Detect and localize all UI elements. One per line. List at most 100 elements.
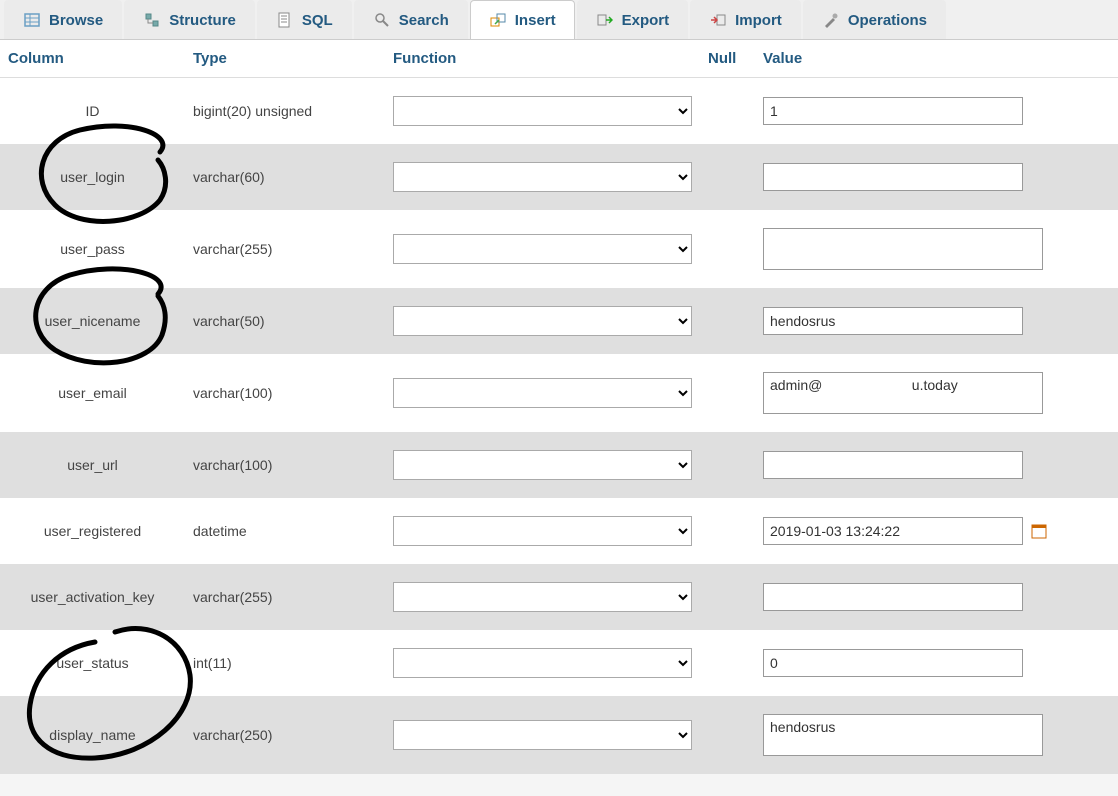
sql-icon: [276, 11, 294, 29]
tab-label: Insert: [515, 12, 556, 29]
function-select[interactable]: [393, 720, 692, 750]
null-cell: [700, 498, 755, 564]
tab-label: Structure: [169, 12, 236, 29]
browse-icon: [23, 11, 41, 29]
header-null: Null: [700, 40, 755, 78]
function-select[interactable]: [393, 306, 692, 336]
value-input[interactable]: [763, 583, 1023, 611]
tab-export[interactable]: Export: [577, 0, 689, 39]
tab-search[interactable]: Search: [354, 0, 468, 39]
header-function: Function: [385, 40, 700, 78]
tabs-bar: Browse Structure SQL Search Insert Expor…: [0, 0, 1118, 40]
column-name: user_login: [0, 144, 185, 210]
tab-browse[interactable]: Browse: [4, 0, 122, 39]
function-select[interactable]: [393, 96, 692, 126]
column-name: user_pass: [0, 210, 185, 288]
value-cell: [755, 630, 1118, 696]
null-cell: [700, 354, 755, 432]
calendar-icon[interactable]: [1031, 523, 1047, 539]
function-select[interactable]: [393, 234, 692, 264]
tab-label: Import: [735, 12, 782, 29]
column-name: display_name: [0, 696, 185, 774]
column-type: varchar(100): [185, 354, 385, 432]
column-type: varchar(255): [185, 210, 385, 288]
function-cell: [385, 564, 700, 630]
function-cell: [385, 288, 700, 354]
tab-label: SQL: [302, 12, 333, 29]
null-cell: [700, 210, 755, 288]
function-cell: [385, 498, 700, 564]
value-textarea[interactable]: [763, 714, 1043, 756]
value-cell: [755, 564, 1118, 630]
function-cell: [385, 144, 700, 210]
value-input[interactable]: [763, 163, 1023, 191]
value-cell: [755, 432, 1118, 498]
function-cell: [385, 354, 700, 432]
null-cell: [700, 630, 755, 696]
function-cell: [385, 78, 700, 144]
value-cell: [755, 288, 1118, 354]
value-cell: [755, 78, 1118, 144]
import-icon: [709, 11, 727, 29]
null-cell: [700, 288, 755, 354]
null-cell: [700, 432, 755, 498]
column-name: user_status: [0, 630, 185, 696]
tab-sql[interactable]: SQL: [257, 0, 352, 39]
insert-form: ColumnTypeFunctionNullValue IDbigint(20) …: [0, 40, 1118, 774]
tab-operations[interactable]: Operations: [803, 0, 946, 39]
column-name: ID: [0, 78, 185, 144]
tab-import[interactable]: Import: [690, 0, 801, 39]
operations-icon: [822, 11, 840, 29]
function-select[interactable]: [393, 516, 692, 546]
header-column: Column: [0, 40, 185, 78]
function-select[interactable]: [393, 648, 692, 678]
column-name: user_url: [0, 432, 185, 498]
column-type: varchar(250): [185, 696, 385, 774]
function-cell: [385, 432, 700, 498]
null-cell: [700, 564, 755, 630]
function-select[interactable]: [393, 582, 692, 612]
structure-icon: [143, 11, 161, 29]
value-input[interactable]: [763, 451, 1023, 479]
column-name: user_registered: [0, 498, 185, 564]
value-input[interactable]: [763, 649, 1023, 677]
insert-icon: [489, 11, 507, 29]
value-textarea[interactable]: [763, 372, 1043, 414]
null-cell: [700, 78, 755, 144]
tab-label: Browse: [49, 12, 103, 29]
function-cell: [385, 210, 700, 288]
search-icon: [373, 11, 391, 29]
header-type: Type: [185, 40, 385, 78]
column-type: int(11): [185, 630, 385, 696]
value-cell: [755, 144, 1118, 210]
value-textarea[interactable]: [763, 228, 1043, 270]
value-cell: [755, 696, 1118, 774]
column-type: varchar(255): [185, 564, 385, 630]
function-cell: [385, 696, 700, 774]
value-input[interactable]: [763, 97, 1023, 125]
tab-label: Search: [399, 12, 449, 29]
value-cell: [755, 498, 1118, 564]
function-select[interactable]: [393, 378, 692, 408]
null-cell: [700, 696, 755, 774]
column-type: varchar(50): [185, 288, 385, 354]
tab-structure[interactable]: Structure: [124, 0, 255, 39]
column-type: varchar(60): [185, 144, 385, 210]
function-select[interactable]: [393, 162, 692, 192]
export-icon: [596, 11, 614, 29]
column-name: user_email: [0, 354, 185, 432]
function-cell: [385, 630, 700, 696]
column-type: datetime: [185, 498, 385, 564]
tab-label: Operations: [848, 12, 927, 29]
column-name: user_activation_key: [0, 564, 185, 630]
value-input[interactable]: [763, 517, 1023, 545]
column-type: bigint(20) unsigned: [185, 78, 385, 144]
function-select[interactable]: [393, 450, 692, 480]
column-type: varchar(100): [185, 432, 385, 498]
value-cell: [755, 354, 1118, 432]
null-cell: [700, 144, 755, 210]
value-input[interactable]: [763, 307, 1023, 335]
tab-insert[interactable]: Insert: [470, 0, 575, 39]
header-value: Value: [755, 40, 1118, 78]
column-name: user_nicename: [0, 288, 185, 354]
